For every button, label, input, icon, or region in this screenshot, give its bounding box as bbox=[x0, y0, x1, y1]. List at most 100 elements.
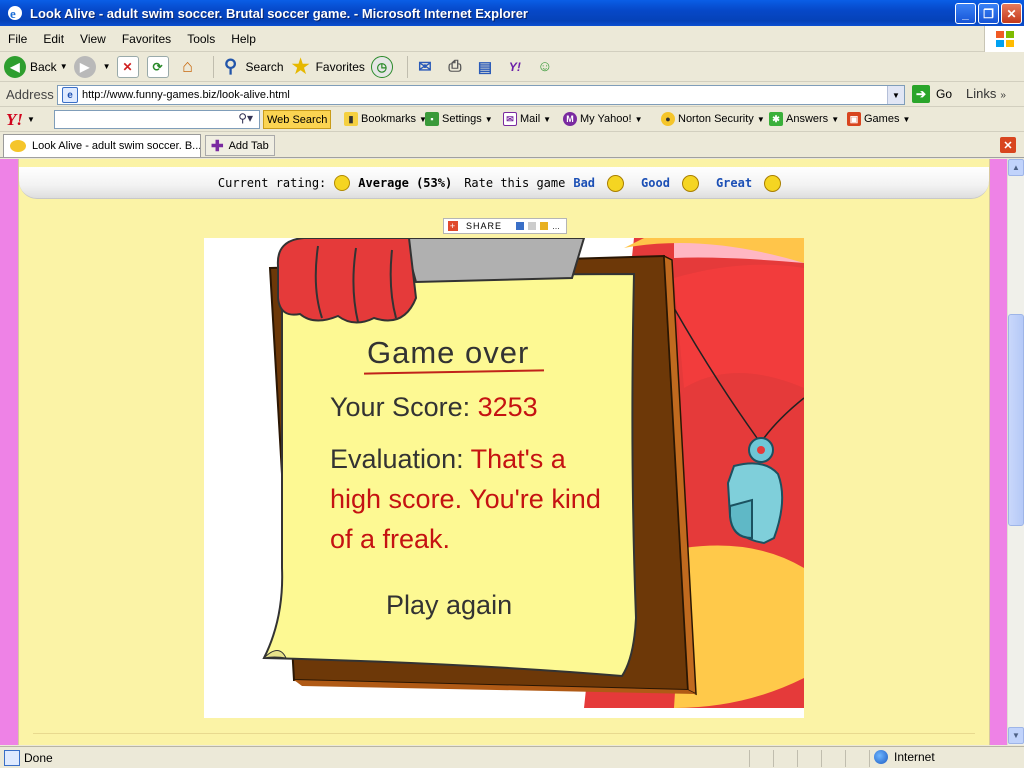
yahoo-search-input[interactable]: ⚲▾ bbox=[54, 110, 260, 129]
window-title: Look Alive - adult swim soccer. Brutal s… bbox=[30, 5, 528, 21]
mail-icon: ✉ bbox=[503, 112, 517, 126]
menu-tools[interactable]: Tools bbox=[179, 32, 223, 46]
rate-great-link[interactable]: Great bbox=[716, 176, 752, 190]
minimize-button[interactable]: _ bbox=[955, 3, 976, 24]
links-label: Links bbox=[966, 86, 997, 101]
my-yahoo-button[interactable]: M My Yahoo! ▼ bbox=[563, 112, 643, 126]
standard-toolbar: ◀ Back ▼ ▶ ▼ ✕ ⟳ ⌂ ⚲ Search ★ Favorites … bbox=[0, 52, 1024, 82]
page-done-icon bbox=[4, 749, 20, 766]
search-button[interactable]: ⚲ Search bbox=[220, 56, 284, 78]
history-icon[interactable]: ◷ bbox=[370, 55, 393, 78]
forward-button[interactable]: ▶ ▼ bbox=[73, 55, 111, 78]
favorites-button[interactable]: ★ Favorites bbox=[290, 56, 365, 78]
yahoo-icon[interactable]: Y! bbox=[504, 56, 526, 78]
evaluation-block: Evaluation: That's a high score. You're … bbox=[330, 439, 610, 559]
settings-icon: ▪ bbox=[425, 112, 439, 126]
norton-label: Norton Security bbox=[678, 113, 754, 125]
close-window-button[interactable]: ✕ bbox=[1001, 3, 1022, 24]
refresh-icon[interactable]: ⟳ bbox=[146, 55, 169, 78]
settings-button[interactable]: ▪ Settings ▼ bbox=[425, 112, 493, 126]
games-icon: ▣ bbox=[847, 112, 861, 126]
chevron-down-icon: ▼ bbox=[756, 114, 765, 124]
address-dropdown-icon[interactable]: ▼ bbox=[887, 86, 904, 104]
answers-button[interactable]: ✱ Answers ▼ bbox=[769, 112, 839, 126]
status-divider bbox=[797, 750, 798, 767]
vertical-scrollbar[interactable]: ▲ ▼ bbox=[1007, 159, 1024, 745]
windows-logo-icon bbox=[984, 26, 1024, 52]
answers-label: Answers bbox=[786, 113, 829, 125]
norton-icon: ● bbox=[661, 112, 675, 126]
delicious-icon bbox=[516, 222, 525, 230]
home-icon[interactable]: ⌂ bbox=[177, 56, 199, 78]
menu-bar: File Edit View Favorites Tools Help bbox=[0, 26, 1024, 52]
bad-face-icon[interactable] bbox=[603, 174, 625, 192]
my-yahoo-icon: M bbox=[563, 112, 577, 126]
score-label: Your Score: bbox=[330, 392, 471, 422]
plus-icon: + bbox=[448, 221, 458, 231]
web-search-button[interactable]: Web Search bbox=[263, 110, 332, 129]
game-canvas[interactable]: Game over Your Score: 3253 Evaluation: T… bbox=[204, 238, 804, 718]
globe-icon bbox=[874, 750, 888, 764]
mail-button[interactable]: ✉ Mail ▼ bbox=[503, 112, 551, 126]
scroll-down-icon[interactable]: ▼ bbox=[1008, 727, 1024, 744]
good-face-icon[interactable] bbox=[678, 174, 700, 192]
status-divider bbox=[749, 750, 750, 767]
play-again-button[interactable]: Play again bbox=[386, 590, 512, 621]
messenger-icon[interactable]: ☺ bbox=[534, 56, 556, 78]
digg-icon bbox=[528, 222, 537, 230]
games-button[interactable]: ▣ Games ▼ bbox=[847, 112, 910, 126]
add-tab-label: Add Tab bbox=[228, 139, 269, 152]
links-button[interactable]: Links» bbox=[966, 86, 1006, 101]
print-icon[interactable]: ⎙ bbox=[444, 56, 466, 78]
games-label: Games bbox=[864, 113, 900, 125]
settings-label: Settings bbox=[442, 113, 482, 125]
great-face-icon[interactable] bbox=[760, 174, 782, 192]
menu-view[interactable]: View bbox=[72, 32, 114, 46]
chevron-down-icon[interactable]: ▼ bbox=[27, 115, 35, 124]
page-icon: e bbox=[62, 87, 78, 103]
share-button[interactable]: + SHARE … bbox=[443, 218, 567, 234]
search-icon: ⚲ bbox=[223, 56, 238, 76]
address-input[interactable]: e http://www.funny-games.biz/look-alive.… bbox=[57, 85, 905, 105]
search-icon[interactable]: ⚲▾ bbox=[238, 111, 253, 125]
scroll-up-icon[interactable]: ▲ bbox=[1008, 159, 1024, 176]
ie-logo-icon: e bbox=[8, 6, 22, 21]
bookmark-icon: ▮ bbox=[344, 112, 358, 126]
scroll-thumb[interactable] bbox=[1008, 314, 1024, 526]
rate-bad-link[interactable]: Bad bbox=[573, 176, 595, 190]
score-value: 3253 bbox=[477, 392, 538, 422]
back-button[interactable]: ◀ Back ▼ bbox=[4, 55, 68, 78]
chevron-down-icon: ▼ bbox=[634, 114, 643, 124]
yahoo-logo[interactable]: Y! bbox=[6, 110, 23, 130]
go-button[interactable]: ➔ Go bbox=[912, 85, 952, 103]
stop-icon[interactable]: ✕ bbox=[116, 55, 139, 78]
tab-look-alive[interactable]: Look Alive - adult swim soccer. B... bbox=[3, 134, 201, 157]
divider bbox=[33, 733, 975, 734]
title-bar: e Look Alive - adult swim soccer. Brutal… bbox=[0, 0, 1024, 26]
norton-security-button[interactable]: ● Norton Security ▼ bbox=[661, 112, 765, 126]
restore-button[interactable]: ❐ bbox=[978, 3, 999, 24]
menu-file[interactable]: File bbox=[0, 32, 35, 46]
toolbar-divider bbox=[406, 55, 408, 78]
menu-help[interactable]: Help bbox=[223, 32, 264, 46]
game-over-title: Game over bbox=[367, 335, 530, 370]
favorites-label: Favorites bbox=[315, 59, 365, 74]
go-label: Go bbox=[936, 87, 953, 101]
current-rating-label: Current rating: bbox=[217, 175, 327, 190]
menu-favorites[interactable]: Favorites bbox=[114, 32, 179, 46]
go-arrow-icon: ➔ bbox=[912, 85, 930, 103]
close-tab-icon[interactable]: ✕ bbox=[1000, 137, 1016, 153]
mail-icon[interactable]: ✉ bbox=[414, 56, 436, 78]
status-divider bbox=[821, 750, 822, 767]
address-bar: Address e http://www.funny-games.biz/loo… bbox=[0, 83, 1024, 107]
add-tab-button[interactable]: ✚ Add Tab bbox=[205, 135, 275, 156]
favorites-star-icon: ★ bbox=[291, 56, 310, 78]
bookmarks-button[interactable]: ▮ Bookmarks ▼ bbox=[344, 112, 427, 126]
menu-edit[interactable]: Edit bbox=[35, 32, 72, 46]
forward-arrow-icon: ▶ bbox=[73, 55, 96, 78]
rate-good-link[interactable]: Good bbox=[641, 176, 670, 190]
back-arrow-icon: ◀ bbox=[4, 55, 26, 78]
address-url: http://www.funny-games.biz/look-alive.ht… bbox=[82, 89, 290, 101]
security-zone: Internet bbox=[874, 750, 935, 764]
edit-icon[interactable]: ▤ bbox=[474, 56, 496, 78]
